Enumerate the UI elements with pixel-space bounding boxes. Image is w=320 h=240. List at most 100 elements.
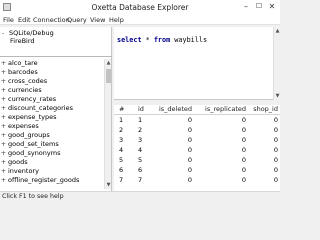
- expand-icon[interactable]: +: [0, 104, 7, 113]
- table-item[interactable]: + expense_types: [0, 113, 104, 122]
- grid-cell: 0: [273, 116, 278, 124]
- table-row[interactable]: 4 4 0 0 0: [114, 146, 280, 156]
- menu-file[interactable]: File: [3, 16, 14, 24]
- grid-cell: 0: [241, 126, 246, 134]
- expand-icon[interactable]: +: [0, 149, 7, 158]
- results-grid: # id is_deleted is_replicated shop_id 11…: [114, 105, 280, 191]
- expand-icon[interactable]: +: [0, 176, 7, 185]
- table-item[interactable]: + alco_tare: [0, 59, 104, 68]
- expand-icon[interactable]: +: [0, 113, 7, 122]
- sidebar: - SQLite/Debug FireBird + alco_tare + barco…: [0, 27, 112, 191]
- expand-icon[interactable]: +: [0, 95, 7, 104]
- table-item[interactable]: + inventory: [0, 167, 104, 176]
- expand-icon[interactable]: +: [0, 167, 7, 176]
- table-item[interactable]: + barcodes: [0, 68, 104, 77]
- connection-node[interactable]: - SQLite/Debug: [2, 29, 54, 37]
- table-name: alco_tare: [8, 59, 38, 67]
- grid-cell: 0: [187, 116, 192, 124]
- sql-editor[interactable]: select * from waybills ▲ ▼: [114, 27, 280, 100]
- table-item[interactable]: + good_set_items: [0, 140, 104, 149]
- column-header-is-deleted[interactable]: is_deleted: [158, 105, 192, 114]
- table-item[interactable]: + goods: [0, 158, 104, 167]
- table-row[interactable]: 7 7 0 0 0: [114, 176, 280, 186]
- table-item[interactable]: + expenses: [0, 122, 104, 131]
- table-name: currency_rates: [8, 95, 57, 103]
- scroll-up-arrow-icon[interactable]: ▲: [274, 28, 281, 34]
- column-header-rownum[interactable]: #: [119, 105, 129, 114]
- menu-help[interactable]: Help: [109, 16, 124, 24]
- connection-child-node[interactable]: FireBird: [10, 37, 35, 45]
- table-name: inventory: [8, 167, 39, 175]
- expand-icon[interactable]: +: [0, 68, 7, 77]
- table-name: barcodes: [8, 68, 38, 76]
- menu-edit[interactable]: Edit: [18, 16, 31, 24]
- editor-scrollbar[interactable]: ▲ ▼: [273, 27, 280, 100]
- column-header-id[interactable]: id: [138, 105, 150, 114]
- title-bar: Oxetta Database Explorer – ☐ ✕: [0, 0, 280, 14]
- grid-cell: 0: [241, 146, 246, 154]
- grid-cell: 0: [273, 176, 278, 184]
- grid-cell: 6: [138, 166, 143, 174]
- scroll-down-arrow-icon[interactable]: ▼: [274, 93, 281, 99]
- expand-icon[interactable]: +: [0, 59, 7, 68]
- table-name: discount_categories: [8, 104, 73, 112]
- grid-cell: 2: [119, 126, 124, 134]
- scroll-thumb[interactable]: [106, 69, 111, 83]
- table-list-scrollbar[interactable]: ▲ ▼: [104, 59, 111, 189]
- scroll-up-arrow-icon[interactable]: ▲: [105, 60, 112, 66]
- grid-cell: 0: [187, 146, 192, 154]
- grid-cell: 3: [119, 136, 124, 144]
- menu-query[interactable]: Query: [67, 16, 87, 24]
- collapse-toggle-icon[interactable]: -: [2, 29, 9, 37]
- menu-connection[interactable]: Connection: [33, 16, 70, 24]
- expand-icon[interactable]: +: [0, 131, 7, 140]
- grid-cell: 0: [187, 176, 192, 184]
- expand-icon[interactable]: +: [0, 77, 7, 86]
- minimize-button[interactable]: –: [240, 1, 252, 12]
- table-row[interactable]: 5 5 0 0 0: [114, 156, 280, 166]
- grid-cell: 7: [138, 176, 143, 184]
- column-header-shop-id[interactable]: shop_id: [250, 105, 278, 114]
- expand-icon[interactable]: +: [0, 158, 7, 167]
- grid-cell: 7: [119, 176, 124, 184]
- grid-cell: 2: [138, 126, 143, 134]
- column-header-is-replicated[interactable]: is_replicated: [202, 105, 246, 114]
- table-item[interactable]: + discount_categories: [0, 104, 104, 113]
- grid-cell: 0: [273, 166, 278, 174]
- table-item[interactable]: + good_groups: [0, 131, 104, 140]
- expand-icon[interactable]: +: [0, 140, 7, 149]
- table-name: expenses: [8, 122, 39, 130]
- table-name: goods: [8, 158, 28, 166]
- sql-query-line[interactable]: select * from waybills: [117, 36, 207, 44]
- table-name: offline_register_goods: [8, 176, 80, 184]
- table-name: cross_codes: [8, 77, 48, 85]
- expand-icon[interactable]: +: [0, 122, 7, 131]
- table-row[interactable]: 3 3 0 0 0: [114, 136, 280, 146]
- table-row[interactable]: 6 6 0 0 0: [114, 166, 280, 176]
- pane-divider[interactable]: [0, 56, 112, 57]
- table-item[interactable]: + currency_rates: [0, 95, 104, 104]
- menu-view[interactable]: View: [90, 16, 105, 24]
- table-item[interactable]: + offline_register_goods: [0, 176, 104, 185]
- status-text: Click F1 to see help: [2, 193, 64, 200]
- expand-icon[interactable]: +: [0, 86, 7, 95]
- menu-bar: File Edit Connection Query View Help: [0, 14, 280, 25]
- table-item[interactable]: + cross_codes: [0, 77, 104, 86]
- scroll-down-arrow-icon[interactable]: ▼: [105, 182, 112, 188]
- maximize-button[interactable]: ☐: [253, 1, 265, 12]
- window-title: Oxetta Database Explorer: [91, 3, 189, 12]
- table-item[interactable]: + currencies: [0, 86, 104, 95]
- table-name: currencies: [8, 86, 42, 94]
- table-row[interactable]: 1 1 0 0 0: [114, 116, 280, 126]
- close-button[interactable]: ✕: [266, 1, 278, 12]
- grid-cell: 0: [273, 136, 278, 144]
- grid-cell: 0: [187, 156, 192, 164]
- grid-cell: 0: [273, 156, 278, 164]
- sql-star: *: [141, 36, 154, 44]
- table-row[interactable]: 2 2 0 0 0: [114, 126, 280, 136]
- grid-cell: 1: [119, 116, 124, 124]
- grid-cell: 5: [138, 156, 143, 164]
- connection-name: SQLite/Debug: [9, 29, 54, 37]
- grid-cell: 3: [138, 136, 143, 144]
- table-item[interactable]: + good_synonyms: [0, 149, 104, 158]
